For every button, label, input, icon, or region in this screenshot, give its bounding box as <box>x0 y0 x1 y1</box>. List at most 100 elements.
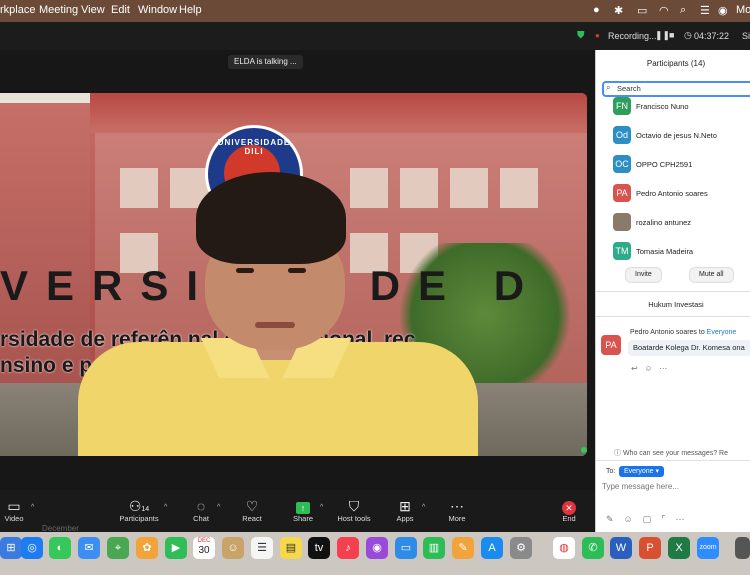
mute-all-button[interactable]: Mute all <box>689 267 734 283</box>
participant-row[interactable]: FN Francisco Nuno <box>613 97 750 117</box>
menu-meeting[interactable]: Meeting <box>39 4 78 16</box>
menubar-clock[interactable]: Mo <box>736 4 750 16</box>
word-icon[interactable]: W <box>610 537 632 559</box>
bluetooth-icon[interactable]: ✱ <box>614 4 623 17</box>
chat-message-input[interactable] <box>602 482 750 491</box>
video-options-caret-icon[interactable]: ^ <box>31 504 34 511</box>
end-call-icon: ✕ <box>562 501 576 515</box>
invite-button[interactable]: Invite <box>625 267 662 283</box>
recipient-dropdown[interactable]: Everyone ▾ <box>619 466 665 477</box>
participant-row[interactable]: OC OPPO CPH2591 <box>613 155 750 175</box>
facetime-icon[interactable]: ▶ <box>165 537 187 559</box>
recording-icon: ● <box>595 31 600 40</box>
messages-icon[interactable]: ◐ <box>49 537 71 559</box>
calendar-month: DEC <box>197 538 211 544</box>
zoom-app-label: zoom <box>699 544 717 551</box>
siri-icon[interactable]: ◉ <box>718 4 728 17</box>
system-settings-icon[interactable]: ⚙ <box>510 537 532 559</box>
launchpad-icon[interactable]: ⊞ <box>0 537 22 559</box>
menu-edit[interactable]: Edit <box>111 4 130 16</box>
speaker-mouth <box>255 322 295 328</box>
participant-row[interactable]: Od Octavio de jesus N.Neto <box>613 126 750 146</box>
participant-photo-avatar <box>613 213 631 231</box>
participant-name: OPPO CPH2591 <box>636 160 693 169</box>
stop-recording-icon[interactable]: ■ <box>669 30 674 40</box>
end-label: End <box>562 514 576 523</box>
whatsapp-icon[interactable]: ✆ <box>582 537 604 559</box>
message-visibility-note[interactable]: ⓘ Who can see your messages? Re <box>614 448 728 458</box>
speaker-eye-left <box>236 268 254 273</box>
message-actions: ↩ ☺ ⋯ <box>631 364 667 373</box>
participant-avatar: OC <box>613 155 631 173</box>
participant-row[interactable]: rozalino antunez <box>613 213 750 233</box>
control-center-icon[interactable]: ☰ <box>700 4 710 17</box>
pause-recording-icon[interactable]: ❚❚ <box>655 30 670 41</box>
emoji-icon[interactable]: ☺ <box>624 514 643 524</box>
contacts-icon[interactable]: ☺ <box>222 537 244 559</box>
format-text-icon[interactable]: ✎ <box>606 514 624 524</box>
shield-icon[interactable]: ⛊ <box>577 30 585 41</box>
zoom-status-icon[interactable]: ● <box>593 4 600 16</box>
menu-view[interactable]: View <box>81 4 105 16</box>
calendar-icon[interactable]: DEC 30 <box>193 537 215 559</box>
macos-menubar: rkplace Meeting View Edit Window Help ● … <box>0 0 750 22</box>
zoom-app-icon[interactable]: zoom <box>697 537 719 559</box>
participant-search-placeholder: Search <box>617 84 641 93</box>
participant-name: Pedro Antonio soares <box>636 189 708 198</box>
dock-window-thumbnail[interactable] <box>735 537 750 559</box>
more-label: More <box>448 514 466 523</box>
wifi-icon[interactable]: ◠ <box>659 4 669 17</box>
search-icon: ⌕ <box>606 83 611 92</box>
participant-name: Octavio de jesus N.Neto <box>636 131 717 140</box>
spotlight-search-icon[interactable]: ⌕ <box>680 4 686 17</box>
host-tools-label: Host tools <box>337 514 371 523</box>
building-window <box>400 168 438 208</box>
pages-icon[interactable]: ✎ <box>452 537 474 559</box>
participant-avatar: PA <box>613 184 631 202</box>
more-dots-icon: ⋯ <box>450 498 464 514</box>
menu-app-name[interactable]: rkplace <box>0 4 35 16</box>
emoji-reaction-icon[interactable]: ☺ <box>644 364 652 373</box>
share-arrow-icon: ↑ <box>296 502 310 514</box>
file-icon[interactable]: ▢ <box>643 514 662 524</box>
keynote-icon[interactable]: ▭ <box>395 537 417 559</box>
participant-row[interactable]: PA Pedro Antonio soares <box>613 184 750 204</box>
end-button[interactable]: ✕ End <box>534 498 604 523</box>
maps-icon[interactable]: ⌖ <box>107 537 129 559</box>
safari-icon[interactable]: ◎ <box>21 537 43 559</box>
chevron-down-icon: ▾ <box>655 468 660 475</box>
chrome-icon[interactable]: ◍ <box>553 537 575 559</box>
menu-help[interactable]: Help <box>179 4 202 16</box>
recipient-label: To: <box>606 468 616 475</box>
university-seal-text: UNIVERSIDADE DILI <box>217 138 291 156</box>
mail-icon[interactable]: ✉ <box>78 537 100 559</box>
reminders-icon[interactable]: ☰ <box>251 537 273 559</box>
reply-icon[interactable]: ↩ <box>631 364 638 373</box>
screenshot-icon[interactable]: ⌜ <box>661 514 675 524</box>
battery-icon[interactable]: ▭ <box>637 4 647 17</box>
app-store-icon[interactable]: A <box>481 537 503 559</box>
podcasts-icon[interactable]: ◉ <box>366 537 388 559</box>
message-sender-avatar: PA <box>601 335 621 355</box>
numbers-icon[interactable]: ▥ <box>423 537 445 559</box>
menu-window[interactable]: Window <box>138 4 177 16</box>
excel-icon[interactable]: X <box>668 537 690 559</box>
view-button[interactable]: Si <box>742 31 750 41</box>
apple-tv-icon[interactable]: tv <box>308 537 330 559</box>
more-button[interactable]: ⋯ More <box>422 498 492 523</box>
photos-icon[interactable]: ✿ <box>136 537 158 559</box>
powerpoint-icon[interactable]: P <box>639 537 661 559</box>
more-actions-icon[interactable]: ⋯ <box>659 364 667 373</box>
building-window <box>350 168 388 208</box>
participant-avatar: TM <box>613 242 631 260</box>
music-icon[interactable]: ♪ <box>337 537 359 559</box>
more-tools-icon[interactable]: ⋯ <box>675 514 694 524</box>
notes-icon[interactable]: ▤ <box>280 537 302 559</box>
video-camera-icon: ▭ <box>7 498 21 514</box>
participants-count: 14 <box>141 506 150 513</box>
calendar-day: 30 <box>198 545 210 556</box>
participants-panel: Participants (14) ⌕ Search FN Francisco … <box>595 50 750 532</box>
participant-row[interactable]: TM Tomasia Madeira <box>613 242 750 262</box>
video-button[interactable]: ▭ Video <box>0 498 49 523</box>
video-label: Video <box>4 514 24 523</box>
